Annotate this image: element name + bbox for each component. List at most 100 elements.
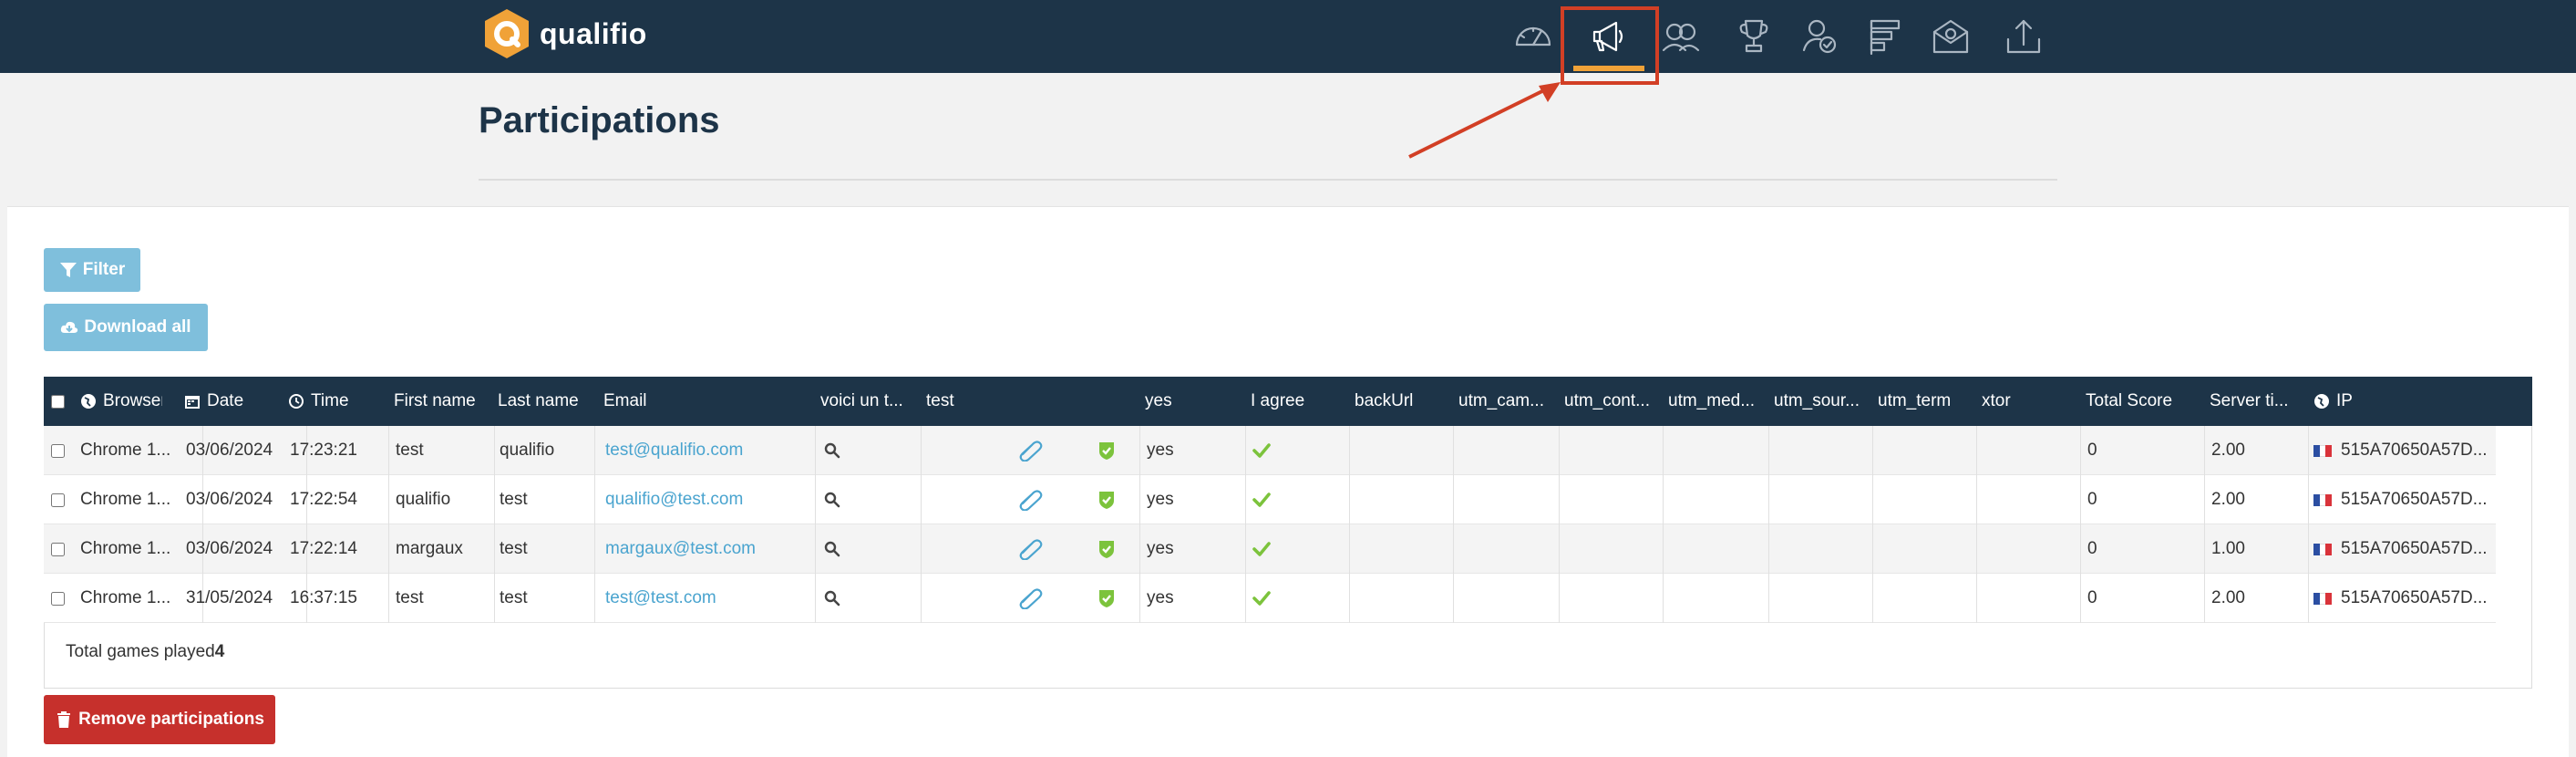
col-date[interactable]: Date [184, 377, 266, 426]
cell-agree [1252, 524, 1274, 574]
france-flag-icon [2313, 592, 2333, 605]
column-divider [1872, 475, 1873, 524]
col-utm-medium[interactable]: utm_med... [1668, 377, 1763, 426]
col-utm-content[interactable]: utm_cont... [1564, 377, 1659, 426]
layout-icon[interactable] [1861, 13, 1909, 60]
column-divider [2204, 574, 2205, 623]
column-divider [494, 524, 495, 574]
cell-email[interactable]: margaux@test.com [605, 524, 811, 574]
column-divider [1559, 426, 1560, 475]
col-email[interactable]: Email [603, 377, 786, 426]
cell-yes: yes [1147, 539, 1174, 558]
search-icon [824, 590, 840, 607]
shield-check-icon [1099, 442, 1114, 460]
col-i-agree[interactable]: I agree [1251, 377, 1342, 426]
column-divider [594, 475, 595, 524]
column-divider [1349, 475, 1350, 524]
search-icon [824, 442, 840, 459]
row-checkbox[interactable] [51, 574, 73, 623]
column-divider [1453, 574, 1454, 623]
filter-icon [59, 263, 77, 277]
col-utm-term[interactable]: utm_term [1878, 377, 1973, 426]
mail-icon[interactable] [1927, 13, 1974, 60]
cell-ip: 515A70650A57D... [2313, 475, 2492, 524]
col-time[interactable]: Time [288, 377, 370, 426]
col-server-time[interactable]: Server ti... [2210, 377, 2304, 426]
column-divider [1768, 475, 1769, 524]
col-utm-source[interactable]: utm_sour... [1774, 377, 1869, 426]
table-row[interactable]: Chrome 1... 31/05/2024 16:37:15 test test tes… [44, 574, 2496, 623]
column-divider [388, 574, 389, 623]
annotation-highlight-box [1561, 6, 1659, 85]
page-title: Participations [479, 100, 720, 140]
column-divider [1872, 426, 1873, 475]
column-divider [1872, 524, 1873, 574]
cell-verified [1097, 475, 1119, 524]
trophy-icon[interactable] [1730, 13, 1777, 60]
table-row[interactable]: Chrome 1... 03/06/2024 17:23:21 test qualifi… [44, 426, 2496, 475]
column-divider [494, 426, 495, 475]
col-first-name[interactable]: First name [394, 377, 494, 426]
cell-email[interactable]: test@test.com [605, 574, 811, 623]
france-flag-icon [2313, 493, 2333, 506]
col-last-name[interactable]: Last name [498, 377, 598, 426]
column-divider [1663, 475, 1664, 524]
col-test[interactable]: test [926, 377, 1017, 426]
col-browser[interactable]: Browser [80, 377, 162, 426]
column-divider [1245, 574, 1246, 623]
column-divider [1663, 524, 1664, 574]
cell-browser: Chrome 1... [80, 539, 171, 558]
cell-view[interactable] [824, 574, 846, 623]
column-divider [1663, 574, 1664, 623]
cell-email[interactable]: qualifio@test.com [605, 475, 811, 524]
column-divider [1245, 426, 1246, 475]
cell-first-name: margaux [396, 539, 463, 558]
cell-total-score: 0 [2087, 539, 2097, 558]
col-xtor[interactable]: xtor [1982, 377, 2076, 426]
column-divider [388, 524, 389, 574]
cell-agree [1252, 475, 1274, 524]
column-divider [1453, 426, 1454, 475]
col-backurl[interactable]: backUrl [1355, 377, 1449, 426]
col-total-score[interactable]: Total Score [2086, 377, 2188, 426]
col-voici[interactable]: voici un t... [820, 377, 917, 426]
cell-attachment[interactable] [1017, 574, 1045, 623]
cell-total-score: 0 [2087, 588, 2097, 607]
cell-date: 03/06/2024 [186, 539, 273, 558]
table-row[interactable]: Chrome 1... 03/06/2024 17:22:14 margaux test… [44, 524, 2496, 574]
cell-view[interactable] [824, 524, 846, 574]
row-checkbox[interactable] [51, 475, 73, 524]
row-checkbox[interactable] [51, 426, 73, 475]
cell-attachment[interactable] [1017, 475, 1045, 524]
cell-attachment[interactable] [1017, 426, 1045, 475]
cell-view[interactable] [824, 426, 846, 475]
remove-participations-button[interactable]: Remove participations [44, 695, 275, 744]
dashboard-icon[interactable] [1510, 13, 1557, 60]
column-divider [1349, 574, 1350, 623]
table-row[interactable]: Chrome 1... 03/06/2024 17:22:54 qualifio tes… [44, 475, 2496, 524]
shield-check-icon [1099, 492, 1114, 509]
download-all-button[interactable]: Download all [44, 304, 208, 351]
select-all-checkbox[interactable] [51, 377, 65, 426]
cell-ip: 515A70650A57D... [2313, 426, 2492, 475]
cell-date: 03/06/2024 [186, 490, 273, 509]
cell-view[interactable] [824, 475, 846, 524]
qualifio-logo[interactable]: qualifio [483, 7, 647, 60]
filter-button[interactable]: Filter [44, 248, 140, 292]
col-utm-campaign[interactable]: utm_cam... [1458, 377, 1553, 426]
user-check-icon[interactable] [1796, 13, 1843, 60]
cell-date: 03/06/2024 [186, 441, 273, 460]
col-yes[interactable]: yes [1145, 377, 1236, 426]
upload-icon[interactable] [2000, 13, 2047, 60]
trash-icon [57, 711, 71, 728]
row-checkbox[interactable] [51, 524, 73, 574]
col-ip[interactable]: IP [2313, 377, 2450, 426]
audience-icon[interactable] [1657, 13, 1705, 60]
cell-email[interactable]: test@qualifio.com [605, 426, 811, 475]
cell-attachment[interactable] [1017, 524, 1045, 574]
cell-ip: 515A70650A57D... [2313, 524, 2492, 574]
column-divider [2204, 524, 2205, 574]
column-divider [1349, 524, 1350, 574]
cell-server-time: 2.00 [2211, 441, 2245, 460]
cell-total-score: 0 [2087, 441, 2097, 460]
